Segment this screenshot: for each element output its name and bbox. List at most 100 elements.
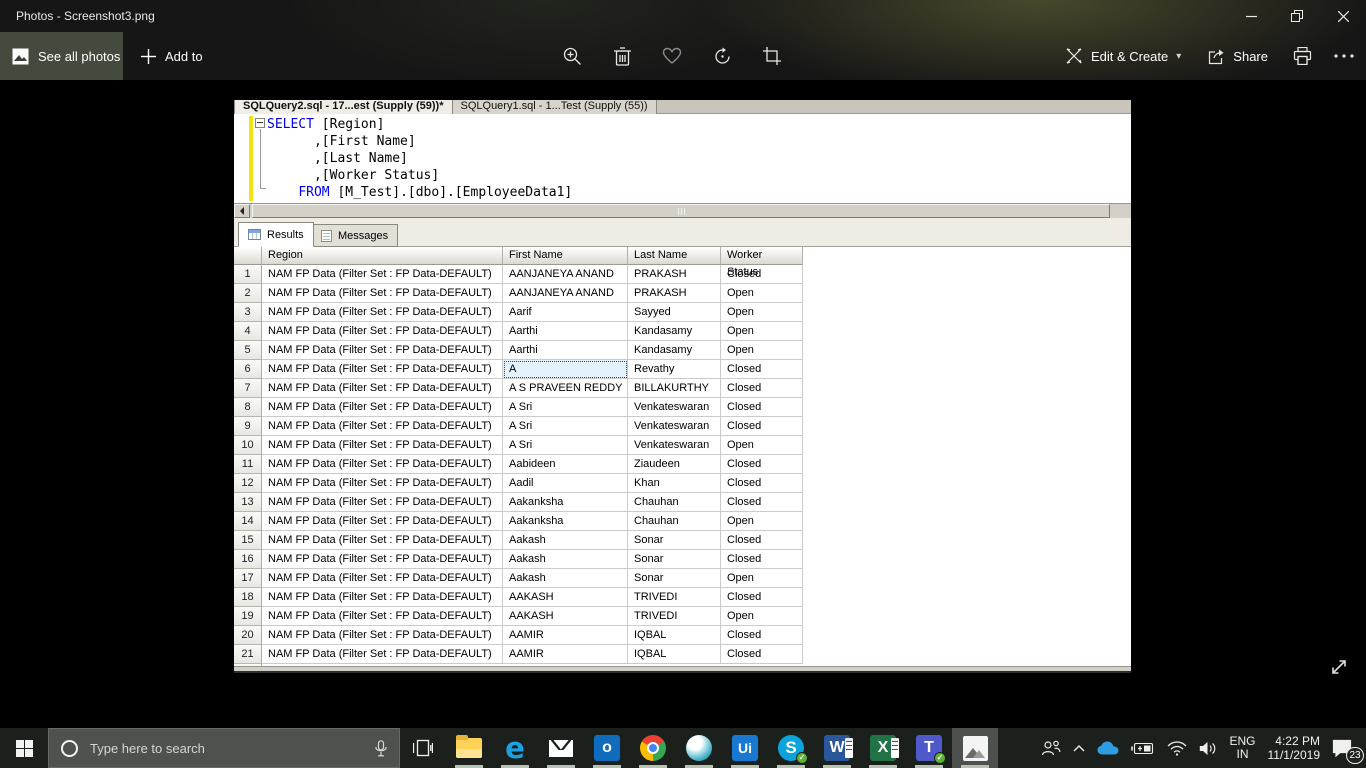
grid-cell[interactable]: Closed [721, 379, 803, 398]
grid-cell[interactable]: BILLAKURTHY [628, 379, 721, 398]
grid-cell[interactable]: AAKASH [503, 607, 628, 626]
edit-create-button[interactable]: Edit & Create ▾ [1059, 47, 1187, 65]
grid-cell[interactable]: PRAKASH [628, 284, 721, 303]
grid-cell[interactable]: Open [721, 284, 803, 303]
grid-cell[interactable]: NAM FP Data (Filter Set : FP Data-DEFAUL… [262, 607, 503, 626]
microphone-icon[interactable] [375, 740, 387, 757]
grid-cell[interactable]: NAM FP Data (Filter Set : FP Data-DEFAUL… [262, 303, 503, 322]
grid-cell[interactable]: A S PRAVEEN REDDY [503, 379, 628, 398]
chrome-button[interactable] [630, 728, 676, 768]
crop-button[interactable] [758, 42, 786, 70]
row-number-cell[interactable]: 2 [234, 284, 262, 303]
grid-cell[interactable]: IQBAL [628, 645, 721, 664]
ssms-document-tab-2[interactable]: SQLQuery1.sql - 1...Test (Supply (55)) [453, 100, 657, 114]
row-number-cell[interactable]: 17 [234, 569, 262, 588]
row-number-cell[interactable]: 16 [234, 550, 262, 569]
task-view-button[interactable] [400, 728, 446, 768]
grid-cell[interactable]: Sonar [628, 550, 721, 569]
grid-cell[interactable]: Closed [721, 645, 803, 664]
grid-cell[interactable]: NAM FP Data (Filter Set : FP Data-DEFAUL… [262, 341, 503, 360]
grid-cell[interactable]: AAKASH [503, 588, 628, 607]
grid-cell[interactable]: Closed [721, 360, 803, 379]
show-hidden-icons-button[interactable] [1068, 728, 1090, 768]
grid-cell[interactable]: NAM FP Data (Filter Set : FP Data-DEFAUL… [262, 284, 503, 303]
grid-cell[interactable]: Aarthi [503, 341, 628, 360]
grid-cell[interactable]: Aakanksha [503, 512, 628, 531]
add-to-button[interactable]: Add to [131, 32, 213, 80]
editor-horizontal-scrollbar[interactable] [234, 203, 1131, 218]
print-button[interactable] [1288, 42, 1316, 70]
grid-cell[interactable]: Closed [721, 531, 803, 550]
fullscreen-expand-button[interactable] [1326, 654, 1352, 680]
row-number-cell[interactable]: 1 [234, 265, 262, 284]
grid-cell[interactable]: Sayyed [628, 303, 721, 322]
grid-cell[interactable]: A [503, 360, 628, 379]
grid-cell[interactable]: Aakanksha [503, 493, 628, 512]
grid-cell[interactable]: NAM FP Data (Filter Set : FP Data-DEFAUL… [262, 360, 503, 379]
sql-editor[interactable]: SELECT [Region] ,[First Name] ,[Last Nam… [234, 114, 1131, 203]
code-collapse-icon[interactable] [255, 118, 265, 128]
row-number-cell[interactable]: 14 [234, 512, 262, 531]
grid-cell[interactable]: Closed [721, 550, 803, 569]
grid-cell[interactable]: Chauhan [628, 493, 721, 512]
grid-cell[interactable]: Revathy [628, 360, 721, 379]
row-number-cell[interactable]: 5 [234, 341, 262, 360]
row-number-cell[interactable]: 12 [234, 474, 262, 493]
grid-cell[interactable]: NAM FP Data (Filter Set : FP Data-DEFAUL… [262, 265, 503, 284]
grid-cell[interactable]: Ziaudeen [628, 455, 721, 474]
grid-cell[interactable]: Closed [721, 626, 803, 645]
grid-cell[interactable]: NAM FP Data (Filter Set : FP Data-DEFAUL… [262, 569, 503, 588]
people-button[interactable] [1036, 728, 1066, 768]
see-more-button[interactable] [1330, 42, 1358, 70]
delete-button[interactable] [608, 42, 636, 70]
sphere-app-button[interactable] [676, 728, 722, 768]
outlook-button[interactable]: o [584, 728, 630, 768]
uipath-button[interactable]: Ui [722, 728, 768, 768]
grid-cell[interactable]: Chauhan [628, 512, 721, 531]
grid-cell[interactable]: Open [721, 569, 803, 588]
onedrive-button[interactable] [1092, 728, 1124, 768]
grid-cell[interactable]: A Sri [503, 417, 628, 436]
grid-column-header[interactable]: Last Name [628, 247, 721, 265]
action-center-button[interactable]: 23 [1327, 728, 1362, 768]
grid-cell[interactable]: Open [721, 512, 803, 531]
mail-button[interactable] [538, 728, 584, 768]
scrollbar-thumb[interactable] [252, 204, 1110, 218]
row-number-cell[interactable]: 13 [234, 493, 262, 512]
start-button[interactable] [0, 728, 48, 768]
grid-cell[interactable]: AAMIR [503, 645, 628, 664]
row-number-cell[interactable]: 20 [234, 626, 262, 645]
file-explorer-button[interactable] [446, 728, 492, 768]
edge-button[interactable]: e [492, 728, 538, 768]
grid-cell[interactable]: Closed [721, 417, 803, 436]
grid-cell[interactable]: Closed [721, 588, 803, 607]
grid-cell[interactable]: TRIVEDI [628, 607, 721, 626]
grid-cell[interactable]: NAM FP Data (Filter Set : FP Data-DEFAUL… [262, 322, 503, 341]
grid-cell[interactable]: Open [721, 303, 803, 322]
row-number-cell[interactable]: 7 [234, 379, 262, 398]
grid-cell[interactable]: NAM FP Data (Filter Set : FP Data-DEFAUL… [262, 436, 503, 455]
taskbar-search-input[interactable]: Type here to search [48, 728, 400, 768]
grid-cell[interactable]: Aakash [503, 550, 628, 569]
row-number-cell[interactable]: 9 [234, 417, 262, 436]
grid-cell[interactable]: Open [721, 341, 803, 360]
excel-button[interactable]: X [860, 728, 906, 768]
grid-cell[interactable]: Aarif [503, 303, 628, 322]
grid-cell[interactable]: Aakash [503, 531, 628, 550]
grid-cell[interactable]: NAM FP Data (Filter Set : FP Data-DEFAUL… [262, 626, 503, 645]
row-number-cell[interactable]: 15 [234, 531, 262, 550]
clock[interactable]: 4:22 PM 11/1/2019 [1263, 728, 1326, 768]
grid-cell[interactable]: Kandasamy [628, 322, 721, 341]
grid-cell[interactable]: Closed [721, 474, 803, 493]
battery-button[interactable] [1126, 728, 1160, 768]
grid-cell[interactable]: IQBAL [628, 626, 721, 645]
grid-cell[interactable]: Sonar [628, 531, 721, 550]
grid-column-header[interactable]: First Name [503, 247, 628, 265]
grid-cell[interactable]: A Sri [503, 436, 628, 455]
grid-cell[interactable]: TRIVEDI [628, 588, 721, 607]
skype-button[interactable]: S✓ [768, 728, 814, 768]
row-number-cell[interactable]: 10 [234, 436, 262, 455]
see-all-photos-button[interactable]: See all photos [0, 32, 123, 80]
grid-cell[interactable]: Closed [721, 455, 803, 474]
grid-cell[interactable]: A Sri [503, 398, 628, 417]
